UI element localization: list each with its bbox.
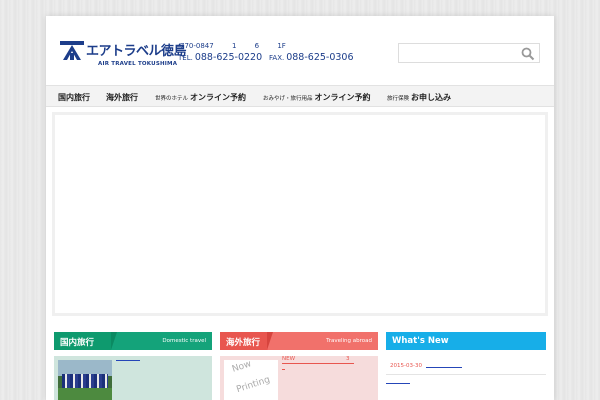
nav-item-abroad[interactable]: 海外旅行 [106, 92, 138, 103]
whats-new-header: What's New [386, 332, 546, 350]
abroad-section: 海外旅行 Traveling abroad Now Printing NEW 3 [220, 332, 378, 400]
search-icon[interactable] [521, 47, 535, 61]
contact-numbers: TEL. 088-625-0220 FAX. 088-625-0306 [178, 52, 354, 63]
whats-new-title: What's New [392, 336, 449, 346]
abroad-title: 海外旅行 [226, 338, 261, 348]
domestic-section: 国内旅行 Domestic travel [54, 332, 212, 400]
domestic-body [54, 356, 212, 400]
now-printing-image[interactable]: Now Printing [224, 360, 278, 400]
nav-small-label: おみやげ・旅行用品 [263, 96, 313, 102]
abroad-body: Now Printing NEW 3 [220, 356, 378, 400]
nav-item-insurance[interactable]: 旅行保険 お申し込み [387, 92, 451, 103]
nav-item-domestic[interactable]: 国内旅行 [58, 92, 90, 103]
news-divider [386, 374, 546, 375]
nav-label: オンライン予約 [190, 93, 247, 102]
nav-small-label: 旅行保険 [387, 96, 410, 102]
abroad-header[interactable]: 海外旅行 Traveling abroad [220, 332, 378, 350]
site-logo[interactable]: エアトラベル徳島 AIR TRAVEL TOKUSHIMA [60, 40, 187, 74]
news-link-2[interactable] [386, 383, 410, 384]
tel-number: 088-625-0220 [194, 52, 263, 63]
page: エアトラベル徳島 AIR TRAVEL TOKUSHIMA 770-0847 1… [46, 16, 554, 400]
nav-label: 海外旅行 [106, 93, 138, 102]
abroad-link-2[interactable] [282, 369, 285, 370]
address-num-2: 6 [254, 42, 260, 50]
whats-new-section: What's New 2015-03-30 [386, 332, 546, 400]
nav-label: お申し込み [411, 93, 452, 102]
nav-label: オンライン予約 [314, 93, 371, 102]
domestic-header[interactable]: 国内旅行 Domestic travel [54, 332, 212, 350]
fax-number: 088-625-0306 [286, 52, 354, 63]
logo-subtext: AIR TRAVEL TOKUSHIMA [98, 61, 178, 67]
news-link[interactable] [426, 367, 462, 368]
nav-item-goods-booking[interactable]: おみやげ・旅行用品 オンライン予約 [263, 92, 371, 103]
abroad-new-count: 3 [346, 356, 350, 362]
domestic-subtitle: Domestic travel [162, 338, 206, 344]
nav-item-hotel-booking[interactable]: 世界のホテル オンライン予約 [155, 92, 246, 103]
search-box [398, 43, 540, 63]
abroad-subtitle: Traveling abroad [326, 338, 372, 344]
main-slider [52, 112, 548, 316]
domestic-title: 国内旅行 [60, 338, 95, 348]
printing-text: Printing [235, 374, 272, 396]
address-floor: 1F [277, 42, 286, 50]
now-text: Now [230, 360, 253, 375]
address-num-1: 1 [231, 42, 237, 50]
logo-text: エアトラベル徳島 [86, 44, 187, 59]
fax-label: FAX. [269, 54, 285, 62]
whats-new-body: 2015-03-30 [386, 356, 546, 400]
tel-label: TEL. [178, 54, 193, 62]
main-nav: 国内旅行 海外旅行 世界のホテル オンライン予約 おみやげ・旅行用品 オンライン予約… [46, 85, 554, 107]
domestic-photo[interactable] [58, 360, 112, 400]
postal-code: 770-0847 [180, 42, 214, 50]
logo-mark-icon [60, 41, 84, 60]
nav-label: 国内旅行 [58, 93, 90, 102]
abroad-new-label: NEW [282, 356, 296, 362]
news-date: 2015-03-30 [390, 363, 422, 369]
nav-small-label: 世界のホテル [155, 96, 189, 102]
slider-image-area [55, 115, 545, 313]
address: 770-0847 1 6 1F [180, 42, 302, 50]
domestic-link[interactable] [116, 360, 140, 361]
abroad-link[interactable] [282, 363, 354, 364]
search-input[interactable] [403, 47, 515, 60]
